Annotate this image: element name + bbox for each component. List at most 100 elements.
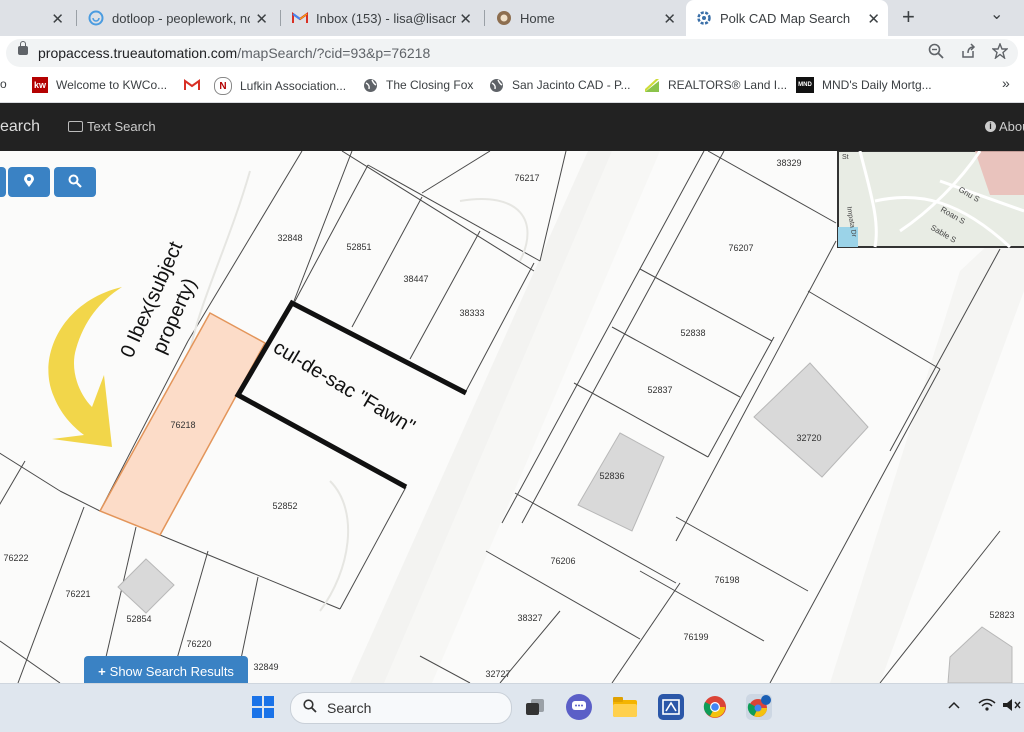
parcel-label[interactable]: 76220 <box>186 639 211 649</box>
parcel-label[interactable]: 52836 <box>599 471 624 481</box>
home-site-icon <box>496 10 512 26</box>
address-bar[interactable]: propaccess.trueautomation.com/mapSearch/… <box>6 39 1018 67</box>
bookmark-label: REALTORS® Land I... <box>668 78 788 92</box>
parcel-label[interactable]: 38333 <box>459 308 484 318</box>
tab-home[interactable]: Home ✕ <box>488 0 684 36</box>
app-brand[interactable]: earch <box>0 118 40 136</box>
bookmark-item[interactable]: o <box>0 77 7 91</box>
minimap-label: St <box>842 154 849 161</box>
parcel-label[interactable]: 32720 <box>796 433 821 443</box>
parcel-label[interactable]: 52837 <box>647 385 672 395</box>
tab-label: Polk CAD Map Search <box>720 10 851 26</box>
bookmark-label: o <box>0 77 7 91</box>
parcel-label[interactable]: 32849 <box>253 662 278 672</box>
parcel-label[interactable]: 76199 <box>683 632 708 642</box>
volume-icon[interactable] <box>1002 698 1022 715</box>
tab-close-icon[interactable]: ✕ <box>867 10 880 28</box>
keyboard-icon <box>68 121 83 133</box>
n-logo-icon: N <box>214 77 232 95</box>
search-icon <box>303 699 317 716</box>
dotloop-icon <box>88 10 104 26</box>
tab-polk-cad[interactable]: Polk CAD Map Search ✕ <box>686 0 888 36</box>
show-hidden-icons-chevron[interactable] <box>948 698 960 713</box>
parcel-label[interactable]: 38329 <box>776 158 801 168</box>
bookmark-item[interactable]: N Lufkin Association... <box>214 77 346 95</box>
text-search-link[interactable]: Text Search <box>68 119 156 134</box>
taskbar-search-box[interactable]: Search <box>290 692 512 724</box>
parcel-label[interactable]: 52852 <box>272 501 297 511</box>
tab-close-icon[interactable]: ✕ <box>51 10 64 28</box>
parcel-label[interactable]: 52854 <box>126 614 151 624</box>
parcel-label[interactable]: 38447 <box>403 274 428 284</box>
bookmark-label: The Closing Fox <box>386 78 474 92</box>
tab-close-icon[interactable]: ✕ <box>459 10 472 28</box>
bookmarks-bar: o kw Welcome to KWCo... N Lufkin Associa… <box>0 70 1024 103</box>
search-icon <box>68 174 82 191</box>
parcel-label[interactable]: 76207 <box>728 243 753 253</box>
map-pin-button[interactable] <box>8 167 50 197</box>
map-canvas[interactable]: 76217 38329 32848 52851 38447 38333 7620… <box>0 151 1024 683</box>
chrome-icon[interactable] <box>702 694 728 720</box>
yellow-curved-arrow <box>48 287 122 447</box>
parcel-label[interactable]: 52823 <box>989 610 1014 620</box>
show-search-results-button[interactable]: + Show Search Results <box>84 656 248 683</box>
tab-search-chevron-icon[interactable]: ⌄ <box>990 4 1003 24</box>
parcel-label[interactable]: 32848 <box>277 233 302 243</box>
parcel-label[interactable]: 76221 <box>65 589 90 599</box>
parcel-label[interactable]: 76206 <box>550 556 575 566</box>
tab-separator <box>76 10 77 26</box>
plus-icon: + <box>98 663 106 679</box>
mail-app-icon[interactable] <box>658 694 684 720</box>
bookmark-label: Welcome to KWCo... <box>56 78 168 92</box>
building-footprint <box>753 362 869 478</box>
map-svg[interactable]: 76217 38329 32848 52851 38447 38333 7620… <box>0 151 1024 683</box>
zoom-icon[interactable] <box>928 43 944 63</box>
mini-map[interactable]: Impata Dr Gnu S Roan S Sable S St <box>837 151 1024 249</box>
bookmark-item[interactable]: MND MND's Daily Mortg... <box>796 77 932 93</box>
parcel-label[interactable]: 76218 <box>170 420 195 430</box>
teams-chat-icon[interactable] <box>566 694 592 720</box>
lock-icon[interactable] <box>18 41 28 55</box>
building-footprint <box>577 432 665 532</box>
parcel-label[interactable]: 76198 <box>714 575 739 585</box>
tab-inbox[interactable]: Inbox (153) - lisa@lisacru ✕ <box>284 0 480 36</box>
task-view-icon[interactable] <box>522 694 548 720</box>
map-tool-button[interactable] <box>0 167 6 197</box>
parcel-label[interactable]: 76217 <box>514 173 539 183</box>
bookmark-item[interactable] <box>184 77 208 93</box>
map-search-button[interactable] <box>54 167 96 197</box>
share-icon[interactable] <box>960 43 976 63</box>
tab-label: dotloop - peoplework, no <box>112 10 250 26</box>
gmail-icon <box>292 10 308 26</box>
search-results-label: Show Search Results <box>109 663 234 679</box>
url-text[interactable]: propaccess.trueautomation.com/mapSearch/… <box>38 45 430 61</box>
globe-icon <box>488 77 504 93</box>
chrome-profile-icon[interactable] <box>746 694 772 720</box>
about-label: Abou <box>999 119 1024 134</box>
about-link[interactable]: iAbou <box>985 119 1024 134</box>
parcel-label[interactable]: 76222 <box>3 553 28 563</box>
tab-strip: ✕ dotloop - peoplework, no ✕ Inbox (153)… <box>0 0 1024 36</box>
url-host: propaccess.trueautomation.com <box>38 45 238 61</box>
url-path: /mapSearch/?cid=93&p=76218 <box>237 45 431 61</box>
bookmarks-overflow-button[interactable]: » <box>1002 75 1010 91</box>
bookmark-item[interactable]: REALTORS® Land I... <box>644 77 787 93</box>
parcel-label[interactable]: 52851 <box>346 242 371 252</box>
tab-close-icon[interactable]: ✕ <box>255 10 268 28</box>
windows-start-icon[interactable] <box>252 696 274 718</box>
bookmark-item[interactable]: San Jacinto CAD - P... <box>488 77 631 93</box>
mnd-icon: MND <box>796 77 814 93</box>
parcel-label[interactable]: 32727 <box>485 669 510 679</box>
tab-0[interactable]: ✕ <box>0 0 72 36</box>
bookmark-star-icon[interactable] <box>991 42 1009 63</box>
new-tab-button[interactable]: + <box>902 4 915 30</box>
tab-close-icon[interactable]: ✕ <box>663 10 676 28</box>
parcel-label[interactable]: 52838 <box>680 328 705 338</box>
bookmark-item[interactable]: The Closing Fox <box>362 77 473 93</box>
wifi-icon[interactable] <box>978 698 996 715</box>
tab-label: Inbox (153) - lisa@lisacru <box>316 10 456 26</box>
tab-dotloop[interactable]: dotloop - peoplework, no ✕ <box>80 0 276 36</box>
parcel-label[interactable]: 38327 <box>517 613 542 623</box>
file-explorer-icon[interactable] <box>612 694 638 720</box>
bookmark-item[interactable]: kw Welcome to KWCo... <box>32 77 167 93</box>
